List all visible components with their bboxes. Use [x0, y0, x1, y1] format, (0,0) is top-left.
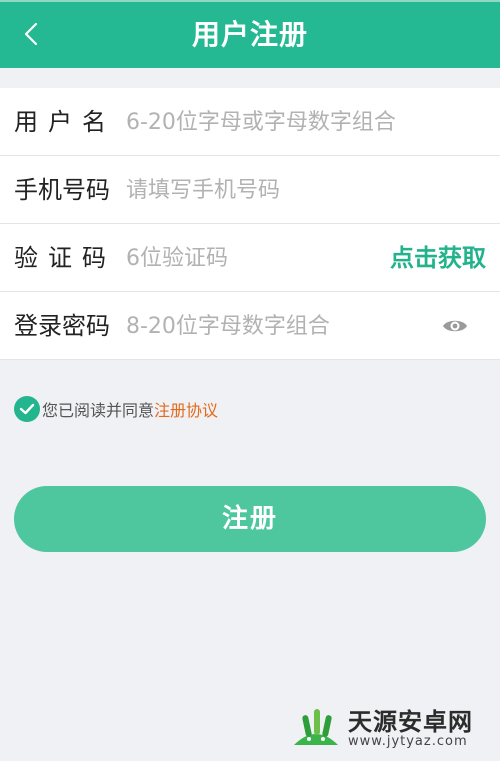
agreement-row: 您已阅读并同意 注册协议 — [14, 394, 218, 424]
watermark: 天源安卓网 www.jytyaz.com — [290, 705, 490, 753]
watermark-url: www.jytyaz.com — [348, 734, 468, 750]
password-label: 登录密码 — [14, 312, 110, 340]
code-input[interactable] — [126, 238, 366, 278]
register-button[interactable]: 注册 — [14, 486, 486, 552]
agreement-text: 您已阅读并同意 — [42, 401, 155, 420]
username-row: 用户名 — [0, 88, 500, 156]
android-logo-icon — [290, 705, 342, 753]
eye-icon[interactable] — [442, 314, 468, 338]
watermark-name: 天源安卓网 — [348, 707, 473, 736]
password-row: 登录密码 — [0, 292, 500, 360]
page-title: 用户注册 — [191, 18, 308, 51]
code-label: 验证码 — [14, 244, 116, 272]
checkmark-icon[interactable] — [14, 396, 40, 422]
phone-input[interactable] — [126, 170, 426, 210]
get-code-button[interactable]: 点击获取 — [390, 224, 486, 292]
username-label: 用户名 — [14, 108, 116, 136]
watermark-text: 天源安卓网 www.jytyaz.com — [348, 707, 473, 750]
password-input[interactable] — [126, 306, 426, 346]
username-input[interactable] — [126, 102, 426, 142]
phone-row: 手机号码 — [0, 156, 500, 224]
agreement-link[interactable]: 注册协议 — [154, 397, 218, 421]
code-row: 验证码 点击获取 — [0, 224, 500, 292]
app-header: 用户注册 — [0, 0, 500, 68]
registration-form: 用户名 手机号码 验证码 点击获取 登录密码 — [0, 88, 500, 360]
phone-label: 手机号码 — [14, 176, 110, 204]
